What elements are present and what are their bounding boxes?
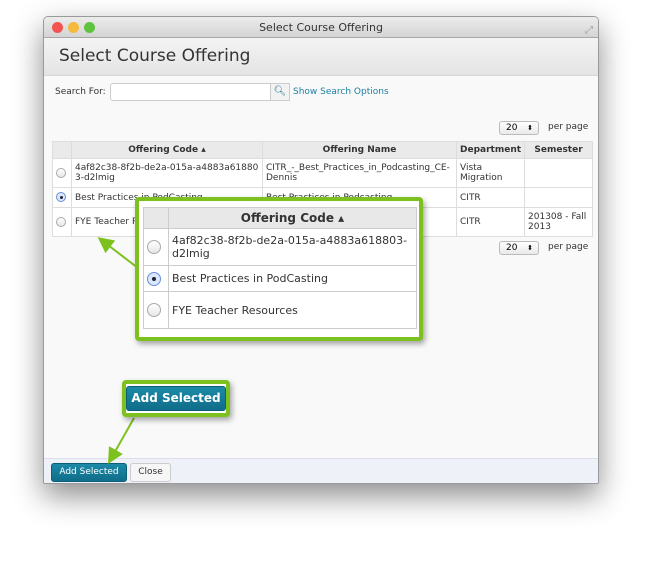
zoom-callout-table: Offering Code ▴ 4af82c38-8f2b-de2a-015a-…: [135, 197, 423, 341]
callout-header: Offering Code ▴: [168, 207, 417, 229]
callout-row: Best Practices in PodCasting: [168, 265, 417, 292]
callout-radio: [147, 303, 161, 317]
arrow-to-table: [97, 237, 139, 269]
callout-radio: [147, 240, 161, 254]
callout-row: FYE Teacher Resources: [168, 291, 417, 329]
callout-row: 4af82c38-8f2b-de2a-015a-a4883a618803-d2l…: [168, 228, 417, 266]
callout-radio: [147, 271, 161, 286]
arrow-to-add-button: [108, 417, 135, 464]
zoom-callout-button: Add Selected: [122, 380, 230, 417]
callout-add-selected: Add Selected: [126, 386, 226, 411]
